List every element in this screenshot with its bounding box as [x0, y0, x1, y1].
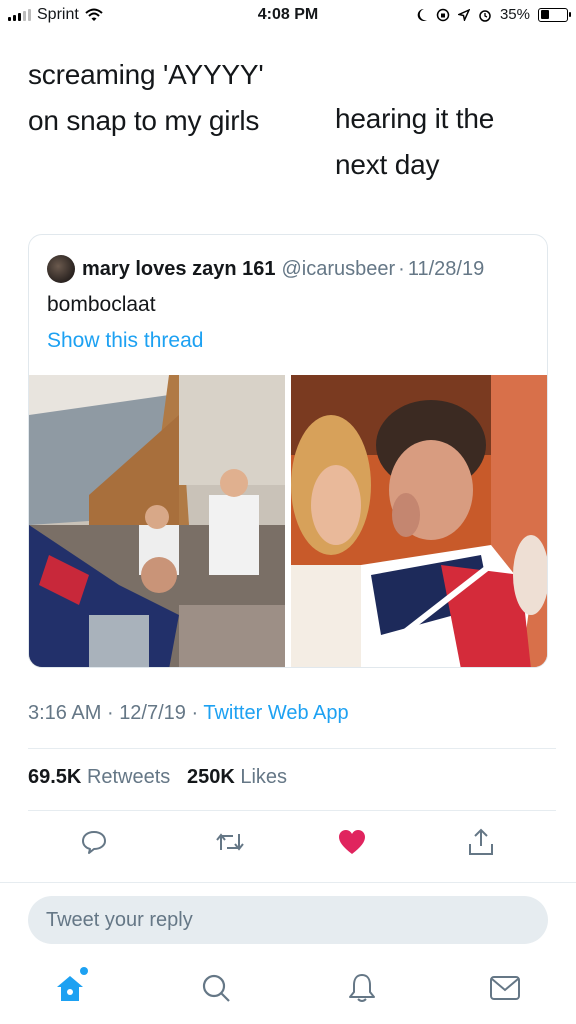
retweet-button[interactable]	[214, 826, 246, 858]
battery-percent: 35%	[499, 6, 530, 23]
divider	[28, 748, 556, 749]
share-button[interactable]	[465, 826, 497, 858]
like-button[interactable]	[336, 826, 368, 858]
meme-left-line2: on snap to my girls	[28, 105, 260, 136]
show-thread-link[interactable]: Show this thread	[47, 329, 203, 353]
meme-text-left: screaming 'AYYYY' on snap to my girls	[28, 52, 318, 144]
reply-button[interactable]	[78, 826, 110, 858]
status-bar-right: 35%	[416, 6, 571, 23]
retweets-count: 69.5K	[28, 766, 82, 788]
location-icon	[457, 8, 470, 21]
quoted-date: 11/28/19	[407, 257, 485, 280]
battery-fill	[540, 10, 550, 19]
likes-label: Likes	[240, 766, 288, 788]
quoted-tweet-text: bomboclaat	[47, 293, 156, 316]
divider	[28, 810, 556, 811]
tab-messages[interactable]	[487, 970, 523, 1006]
tweet-timestamp: 3:16 AM · 12/7/19 · Twitter Web App	[28, 702, 349, 725]
meme-right-line2: next day	[335, 149, 440, 180]
bell-icon	[349, 974, 375, 1002]
quoted-tweet-header: mary loves zayn 161 @icarusbeer · 11/28/…	[47, 255, 484, 283]
tweet-date: 12/7/19	[119, 702, 186, 724]
tab-search[interactable]	[198, 970, 234, 1006]
alarm-icon	[479, 9, 491, 22]
likes-stat[interactable]: 250K Likes	[187, 766, 287, 788]
search-icon	[202, 974, 230, 1002]
tab-notifications[interactable]	[344, 970, 380, 1006]
moon-icon	[417, 8, 427, 21]
quoted-author-handle: @icarusbeer	[281, 257, 396, 280]
battery-icon	[538, 7, 571, 22]
orientation-lock-icon	[436, 8, 450, 21]
tab-home[interactable]	[52, 970, 88, 1006]
meme-text-right: hearing it the next day	[335, 96, 555, 188]
share-icon	[469, 828, 493, 855]
retweets-stat[interactable]: 69.5K Retweets	[28, 766, 170, 788]
reply-icon	[82, 831, 106, 854]
meta-separator: ·	[106, 702, 114, 724]
meme-right-line1: hearing it the	[335, 103, 495, 134]
quoted-author-name[interactable]: mary loves zayn 161	[82, 258, 275, 281]
meme-left-line1: screaming 'AYYYY'	[28, 59, 264, 90]
quoted-separator: ·	[398, 257, 405, 280]
retweets-label: Retweets	[86, 766, 171, 788]
quoted-tweet-card[interactable]: mary loves zayn 161 @icarusbeer · 11/28/…	[28, 234, 548, 668]
meta-separator: ·	[191, 702, 199, 724]
reply-input[interactable]: Tweet your reply	[28, 896, 548, 944]
tweet-time: 3:16 AM	[28, 702, 102, 724]
reply-placeholder: Tweet your reply	[46, 908, 193, 931]
tweet-stats: 69.5K Retweets 250K Likes	[28, 766, 287, 789]
quoted-photo-man-in-crowd[interactable]	[291, 375, 547, 667]
quoted-photo-stadium-crowd[interactable]	[29, 375, 285, 667]
status-bar: Sprint 4:08 PM 35%	[0, 0, 576, 32]
heart-icon	[339, 830, 365, 854]
retweet-icon	[216, 833, 244, 851]
tweet-source-link[interactable]: Twitter Web App	[203, 702, 348, 724]
avatar[interactable]	[47, 255, 75, 283]
mail-icon	[490, 976, 520, 1000]
home-icon	[57, 976, 83, 1001]
divider	[0, 882, 576, 883]
likes-count: 250K	[186, 766, 235, 788]
